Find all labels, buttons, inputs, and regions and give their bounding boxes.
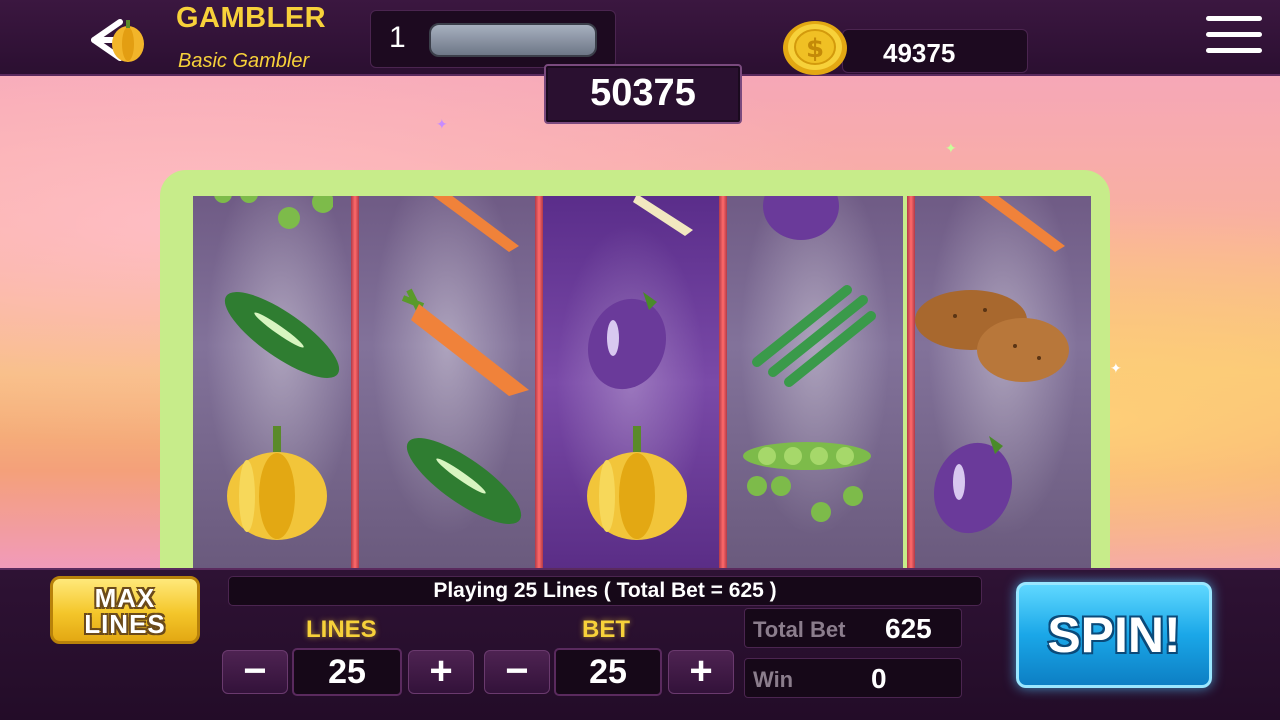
reel-divider: [719, 196, 727, 570]
potato-symbol: [915, 290, 1069, 382]
lines-minus-button[interactable]: −: [222, 650, 288, 694]
menu-button[interactable]: [1206, 16, 1262, 62]
carrot-symbol: [633, 196, 693, 236]
bet-plus-button[interactable]: +: [668, 650, 734, 694]
dollar-coin-icon: $: [783, 21, 847, 75]
peas-symbol: [743, 442, 871, 522]
jackpot-display: 50375: [544, 64, 742, 124]
back-button[interactable]: [80, 14, 150, 66]
xp-progress-fill: [431, 25, 595, 55]
reel-5: [915, 196, 1091, 570]
coin-balance-box: 49375: [842, 29, 1028, 73]
peas-symbol: [214, 196, 333, 229]
status-text: Playing 25 Lines ( Total Bet = 625 ): [228, 576, 982, 606]
lines-plus-button[interactable]: +: [408, 650, 474, 694]
sparkle-icon: ✦: [945, 140, 957, 156]
win-label: Win: [753, 667, 794, 692]
spin-button[interactable]: SPIN!: [1016, 582, 1212, 688]
carrot-symbol: [401, 288, 529, 396]
sparkle-icon: ✦: [436, 116, 448, 132]
asparagus-symbol: [752, 285, 876, 387]
lines-label: LINES: [306, 616, 377, 643]
win-value: 0: [871, 663, 887, 694]
carrot-symbol: [979, 196, 1065, 252]
bet-minus-button[interactable]: −: [484, 650, 550, 694]
lines-value: 25: [292, 648, 402, 696]
total-bet-box: Total Bet 625: [744, 608, 962, 648]
player-rank: Basic Gambler: [178, 50, 310, 72]
xp-progress-bar: [429, 23, 597, 57]
max-lines-label: MAX LINES: [84, 583, 166, 639]
bet-label: BET: [582, 616, 630, 643]
max-lines-button[interactable]: MAX LINES: [50, 576, 200, 644]
total-bet-label: Total Bet: [753, 617, 846, 642]
app-title: GAMBLER: [176, 2, 327, 34]
carrot-symbol: [433, 196, 519, 252]
back-arrow-icon: [91, 19, 144, 62]
level-number: 1: [389, 21, 406, 54]
eggplant-symbol: [587, 292, 667, 390]
sparkle-icon: ✦: [1110, 360, 1122, 376]
pepper-symbol: [587, 426, 687, 540]
hamburger-menu-icon: [1206, 16, 1262, 53]
jackpot-value: 50375: [590, 72, 696, 114]
win-box: Win 0: [744, 658, 962, 698]
level-box: 1: [370, 10, 616, 68]
eggplant-symbol: [763, 196, 839, 240]
total-bet-value: 625: [885, 613, 932, 644]
reel-divider: [351, 196, 359, 570]
cucumber-symbol: [224, 292, 340, 378]
reel-divider: [907, 196, 915, 570]
reel-4: [727, 196, 903, 570]
cucumber-symbol: [406, 438, 522, 524]
reel-2: [359, 196, 535, 570]
reel-1: [193, 196, 369, 570]
svg-text:$: $: [806, 34, 824, 64]
pepper-symbol: [227, 426, 327, 540]
bet-value: 25: [554, 648, 662, 696]
eggplant-symbol: [933, 436, 1013, 534]
reel-3: [543, 196, 719, 570]
coin-balance: 49375: [883, 38, 956, 68]
reel-divider: [535, 196, 543, 570]
reels-area: [193, 196, 1091, 570]
